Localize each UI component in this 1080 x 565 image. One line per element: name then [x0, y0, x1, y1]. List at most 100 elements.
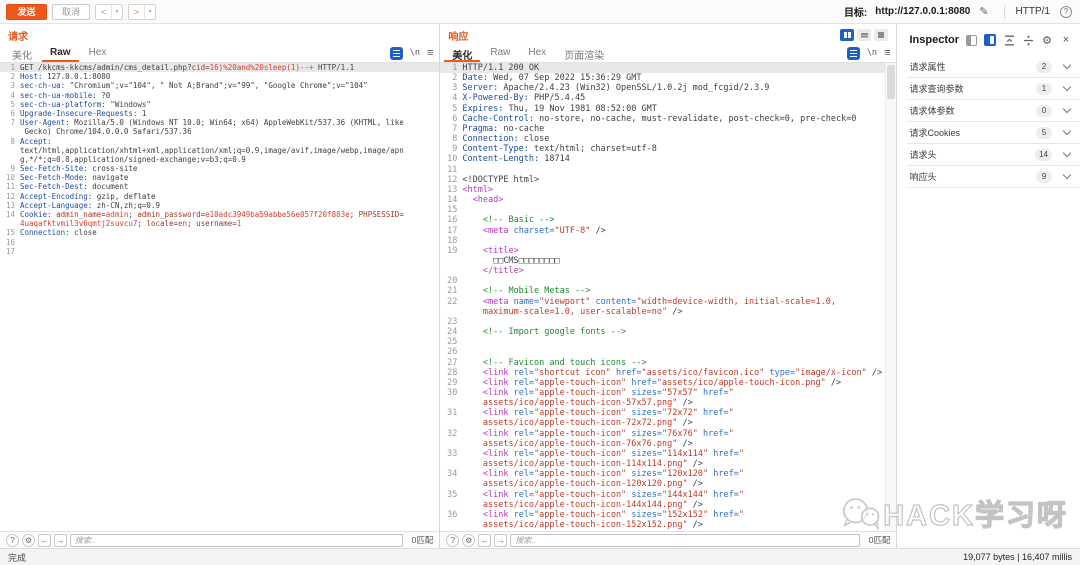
chevron-down-icon[interactable] — [1062, 60, 1072, 70]
search-settings-icon[interactable]: ⚙ — [22, 533, 35, 547]
back-dropdown-caret-icon[interactable]: ▾ — [111, 4, 122, 19]
code-line: 4 sec-ch-ua-mobile: ?0 — [0, 91, 439, 100]
tab-美化[interactable]: 美化 — [4, 44, 40, 62]
code-line: 8 Accept: — [0, 137, 439, 146]
code-line: 17 <meta charset="UTF-8" /> — [440, 226, 896, 236]
help-icon[interactable]: ? — [1060, 5, 1072, 18]
history-back-button[interactable]: < ▾ — [95, 3, 123, 20]
chevron-down-icon[interactable] — [1062, 82, 1072, 92]
tab-Hex[interactable]: Hex — [520, 44, 554, 62]
line-number: 15 — [447, 205, 458, 216]
response-search-matches: 0匹配 — [868, 535, 891, 545]
inspector-sections: 请求属性 2 请求查询参数 1 请求体参数 0 请求Cookies 5 请求头 14 响应头 9 — [907, 56, 1080, 188]
response-editor[interactable]: 1 HTTP/1.1 200 OK 2 Date: Wed, 07 Sep 2022 … — [440, 63, 897, 531]
send-button[interactable]: 发送 — [6, 3, 47, 20]
line-number: 14 — [5, 210, 15, 219]
inspector-close-icon[interactable]: × — [1060, 34, 1072, 46]
search-prev-icon[interactable]: ← — [38, 533, 51, 547]
inspector-section-count: 0 — [1036, 104, 1052, 117]
line-text: <link rel="apple-touch-icon" sizes="120x… — [482, 469, 744, 480]
line-number: 19 — [447, 245, 458, 256]
newline-toggle-icon[interactable]: \n — [867, 48, 877, 58]
inspector-section-4[interactable]: 请求头 14 — [907, 144, 1080, 166]
collapse-all-icon[interactable] — [1003, 34, 1015, 46]
forward-dropdown-caret-icon[interactable]: ▾ — [144, 4, 155, 19]
tab-Raw[interactable]: Raw — [482, 44, 518, 62]
line-number: 20 — [447, 276, 458, 287]
inspector-dock-left-icon[interactable] — [966, 34, 977, 46]
http-version-selector[interactable]: HTTP/1 — [1016, 6, 1050, 17]
inspector-section-5[interactable]: 响应头 9 — [907, 166, 1080, 188]
request-editor[interactable]: 1 GET /kkcms-kkcms/admin/cms_detail.php?c… — [0, 63, 440, 531]
cancel-button[interactable]: 取消 — [52, 3, 90, 20]
layout-single-icon[interactable] — [874, 29, 889, 41]
newline-toggle-icon[interactable]: \n — [410, 48, 420, 58]
code-line: 11 — [440, 165, 896, 175]
layout-columns-icon[interactable] — [840, 29, 855, 41]
editor-menu-icon[interactable]: ≡ — [884, 47, 890, 59]
tab-美化[interactable]: 美化 — [444, 44, 481, 62]
request-search-input[interactable] — [70, 533, 403, 547]
history-forward-button[interactable]: > ▾ — [128, 3, 156, 20]
chevron-down-icon[interactable] — [1062, 170, 1072, 180]
search-next-icon[interactable]: → — [494, 533, 508, 547]
target-url: http://127.0.0.1:8080 — [875, 6, 971, 17]
forward-icon[interactable]: > — [129, 5, 144, 19]
line-number: 6 — [452, 113, 458, 124]
line-text: <link rel="apple-touch-icon" href="asset… — [482, 377, 842, 388]
line-number: 30 — [447, 388, 458, 398]
search-help-icon[interactable]: ? — [6, 533, 19, 547]
edit-target-icon[interactable]: ✎ — [979, 5, 988, 18]
layout-rows-icon[interactable] — [857, 29, 872, 41]
line-text: Cache-Control: no-store, no-cache, must-… — [462, 113, 857, 124]
pretty-print-toggle-icon[interactable] — [846, 46, 860, 60]
inspector-section-0[interactable]: 请求属性 2 — [907, 56, 1080, 78]
pretty-print-toggle-icon[interactable] — [389, 46, 403, 60]
search-settings-icon[interactable]: ⚙ — [462, 533, 476, 547]
request-search-bar: ? ⚙ ← → 0匹配 — [0, 531, 440, 548]
code-line: assets/ico/apple-touch-icon-152x152.png"… — [440, 520, 896, 530]
response-search-input[interactable] — [510, 533, 860, 547]
inspector-title: Inspector — [909, 34, 959, 46]
code-line: 30 <link rel="apple-touch-icon" sizes="5… — [440, 388, 896, 398]
expand-all-icon[interactable] — [1022, 34, 1034, 46]
tab-Hex[interactable]: Hex — [81, 44, 115, 62]
inspector-section-2[interactable]: 请求体参数 0 — [907, 100, 1080, 122]
line-number: 7 — [10, 118, 15, 128]
code-line: 15 Connection: close — [0, 228, 439, 237]
inspector-section-1[interactable]: 请求查询参数 1 — [907, 78, 1080, 100]
line-text: <link rel="apple-touch-icon" sizes="152x… — [482, 509, 744, 520]
code-line: 14 Cookie: admin_name=admin; admin_passwo… — [0, 210, 439, 219]
inspector-section-label: 请求头 — [909, 150, 937, 160]
inspector-section-label: 响应头 — [909, 172, 937, 182]
search-next-icon[interactable]: → — [54, 533, 67, 547]
code-line: 22 <meta name="viewport" content="width=… — [440, 297, 896, 307]
chevron-down-icon[interactable] — [1062, 126, 1072, 136]
line-number: 25 — [447, 337, 458, 348]
line-text: GET /kkcms-kkcms/admin/cms_detail.php?ci… — [20, 63, 355, 72]
code-line: 13 Accept-Language: zh-CN,zh;q=0.9 — [0, 201, 439, 210]
line-number: 32 — [447, 428, 458, 439]
chevron-down-icon[interactable] — [1062, 104, 1072, 114]
response-metrics: 19,077 bytes | 16,407 millis — [963, 552, 1072, 562]
inspector-settings-icon[interactable]: ⚙ — [1041, 34, 1053, 47]
inspector-dock-right-icon[interactable] — [984, 34, 996, 46]
code-line: 12 <!DOCTYPE html> — [440, 175, 896, 185]
search-prev-icon[interactable]: ← — [478, 533, 492, 547]
chevron-down-icon[interactable] — [1062, 148, 1072, 158]
editor-menu-icon[interactable]: ≡ — [427, 47, 433, 59]
line-text: text/html,application/xhtml+xml,applicat… — [20, 145, 404, 155]
back-icon[interactable]: < — [96, 5, 111, 19]
line-number: 3 — [10, 81, 15, 91]
response-panel-header: 响应 — [440, 24, 896, 44]
search-help-icon[interactable]: ? — [446, 533, 460, 547]
response-scrollbar-thumb[interactable] — [887, 65, 896, 99]
line-number: 6 — [10, 108, 15, 118]
tab-Raw[interactable]: Raw — [42, 44, 79, 62]
inspector-section-3[interactable]: 请求Cookies 5 — [907, 122, 1080, 144]
tab-页面渲染[interactable]: 页面渲染 — [556, 44, 612, 62]
response-scrollbar[interactable] — [885, 63, 897, 531]
line-text: Host: 127.0.0.1:8080 — [20, 72, 111, 82]
line-number: 7 — [452, 123, 458, 134]
code-line: 7 User-Agent: Mozilla/5.0 (Windows NT 10.… — [0, 118, 439, 127]
